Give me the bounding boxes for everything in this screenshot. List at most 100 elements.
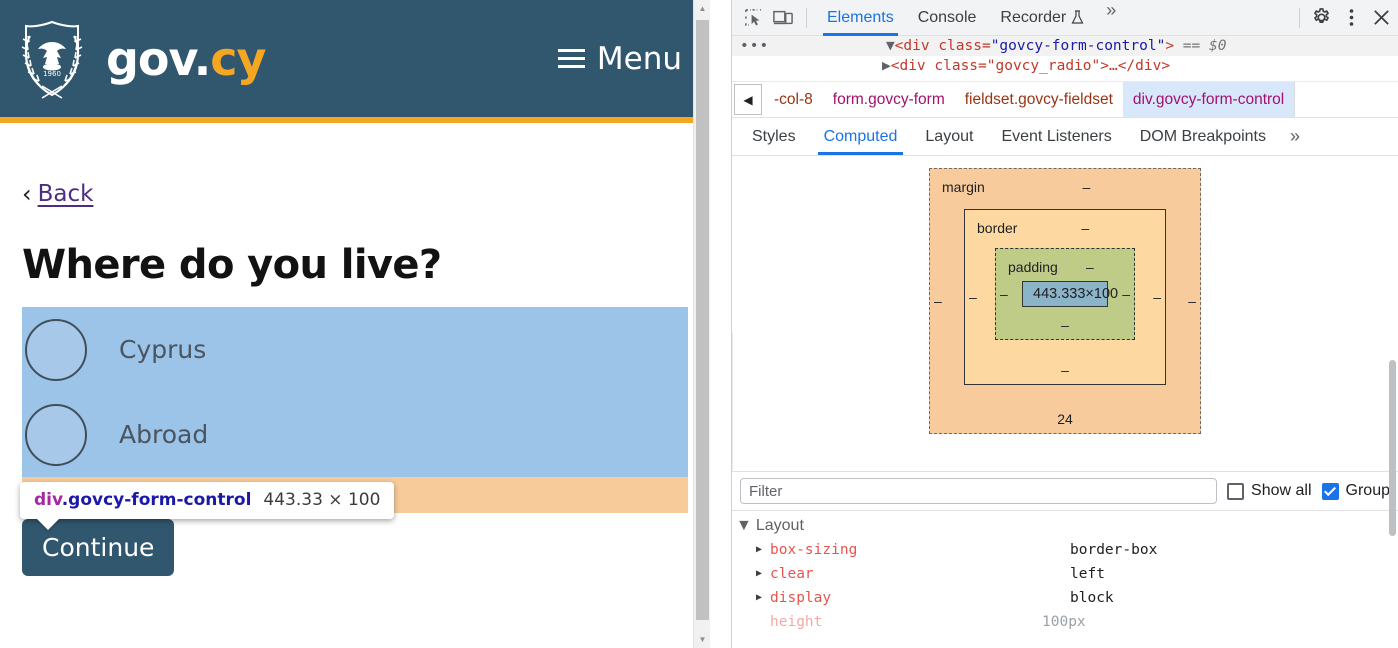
dom-class-value: "govcy-form-control" (990, 38, 1166, 54)
radio-option-abroad[interactable]: Abroad (22, 392, 688, 477)
cyprus-coat-of-arms-icon: 1960 (21, 20, 83, 99)
dom-child-text: <div class="govcy_radio">…</div> (890, 58, 1171, 74)
menu-label: Menu (596, 40, 682, 77)
show-all-label: Show all (1251, 482, 1312, 499)
breadcrumb-item-fieldset[interactable]: fieldset.govcy-fieldset (955, 82, 1123, 117)
property-value[interactable]: left (1070, 565, 1105, 583)
property-value[interactable]: 100px (1042, 613, 1086, 631)
chevron-left-icon: ‹ (22, 180, 32, 208)
radio-circle-icon[interactable] (25, 403, 87, 466)
breadcrumb-item-form[interactable]: form.govcy-form (823, 82, 955, 117)
tab-console[interactable]: Console (906, 0, 989, 36)
tab-computed[interactable]: Computed (810, 118, 912, 155)
kebab-menu-icon[interactable] (1336, 4, 1366, 32)
box-model-margin-right[interactable]: – (1188, 293, 1196, 309)
box-model-border-label: border (977, 220, 1018, 236)
dom-tag-open: <div class= (894, 38, 991, 54)
wordmark-dot: . (193, 31, 212, 86)
box-model-margin-top[interactable]: – (985, 179, 1188, 195)
box-model-border-bottom[interactable]: – (977, 358, 1153, 378)
box-model-border-left[interactable]: – (969, 289, 977, 305)
computed-property-row[interactable]: ▶ display block (732, 586, 1398, 610)
group-checkbox[interactable]: Group (1321, 482, 1390, 500)
box-model-padding-right[interactable]: – (1122, 286, 1130, 302)
sidebar-tabs-overflow-icon[interactable]: » (1280, 118, 1310, 155)
tab-event-listeners[interactable]: Event Listeners (987, 118, 1125, 155)
box-model-diagram: margin – – – border – – – padding – – – … (732, 156, 1398, 536)
back-navigation[interactable]: ‹ Back (22, 181, 688, 207)
box-model-margin-bottom[interactable]: 24 (942, 407, 1188, 427)
page-scrollbar[interactable]: ▲ ▼ (693, 0, 710, 648)
breadcrumb-scroll-left-icon[interactable]: ◀ (734, 84, 762, 115)
breadcrumb-item-form-control[interactable]: div.govcy-form-control (1122, 82, 1295, 117)
dom-ellipsis[interactable]: ••• (732, 38, 769, 54)
menu-button[interactable]: Menu (557, 40, 682, 77)
dom-selected-marker: == $0 (1182, 38, 1227, 54)
dom-tag-close: > (1165, 38, 1175, 54)
tab-dom-breakpoints[interactable]: DOM Breakpoints (1126, 118, 1280, 155)
group-label: Group (1345, 482, 1390, 499)
inspect-element-icon[interactable] (738, 4, 768, 32)
dom-expand-triangle-icon[interactable]: ▶ (882, 58, 891, 74)
tab-layout[interactable]: Layout (911, 118, 987, 155)
computed-filter-bar: Show all Group (732, 471, 1398, 511)
close-icon[interactable] (1366, 4, 1396, 32)
dom-node-selected[interactable]: ••• ▼<div class="govcy-form-control"> ==… (732, 36, 1398, 56)
back-link[interactable]: Back (38, 181, 94, 207)
site-wordmark: gov.cy (106, 36, 267, 82)
site-logo[interactable]: 1960 gov.cy (16, 16, 267, 102)
box-model-padding-bottom[interactable]: – (1008, 313, 1122, 333)
computed-group-layout[interactable]: ▼ Layout (732, 515, 1398, 538)
device-toolbar-icon[interactable] (768, 4, 798, 32)
box-model-padding[interactable]: padding – – – 443.333×100 – (995, 248, 1135, 340)
page-viewport: 1960 gov.cy Menu ‹ Back Where do you liv… (0, 0, 710, 648)
filter-input[interactable] (740, 478, 1218, 504)
box-model-content-size[interactable]: 443.333×100 (1022, 281, 1118, 307)
tooltip-selector: div.govcy-form-control (34, 490, 251, 510)
tab-recorder[interactable]: Recorder (988, 0, 1096, 36)
page-content: ‹ Back Where do you live? Cyprus Abroad (0, 181, 710, 576)
radio-option-cyprus[interactable]: Cyprus (22, 307, 688, 392)
panel-divider (732, 332, 733, 471)
group-collapse-triangle-icon[interactable]: ▼ (736, 517, 752, 535)
toolbar-divider (1299, 7, 1300, 28)
expand-triangle-icon[interactable]: ▶ (756, 565, 770, 583)
computed-property-row[interactable]: ▶ clear left (732, 562, 1398, 586)
breadcrumb-item-col8[interactable]: -col-8 (764, 82, 823, 117)
tabs-overflow-icon[interactable]: » (1096, 0, 1126, 36)
checkbox-icon[interactable] (1227, 482, 1245, 500)
wordmark-gov: gov (106, 31, 195, 86)
radio-circle-icon[interactable] (25, 318, 87, 381)
box-model-padding-left[interactable]: – (1000, 286, 1008, 302)
scrollbar-thumb[interactable] (696, 20, 709, 620)
box-model-padding-top[interactable]: – (1058, 259, 1122, 275)
breadcrumb: ◀ -col-8 form.govcy-form fieldset.govcy-… (732, 82, 1398, 118)
group-name: Layout (755, 517, 804, 534)
box-model-border[interactable]: border – – – padding – – – 443.333×100 – (964, 209, 1166, 385)
property-name: box-sizing (770, 542, 858, 558)
property-value[interactable]: block (1070, 589, 1114, 607)
tooltip-dimensions: 443.33 × 100 (263, 490, 381, 510)
expand-triangle-icon[interactable]: ▶ (756, 541, 770, 559)
radio-label: Cyprus (119, 335, 207, 364)
scroll-up-arrow-icon[interactable]: ▲ (694, 0, 710, 17)
show-all-checkbox[interactable]: Show all (1227, 482, 1312, 500)
expand-triangle-icon[interactable]: ▶ (756, 589, 770, 607)
gear-icon[interactable] (1306, 4, 1336, 32)
checkbox-checked-icon[interactable] (1321, 482, 1339, 500)
property-name: display (770, 590, 832, 606)
tab-elements[interactable]: Elements (815, 0, 906, 36)
computed-property-row[interactable]: ▶ box-sizing border-box (732, 538, 1398, 562)
dom-expand-triangle-icon[interactable]: ▼ (886, 38, 895, 54)
scrollbar-thumb[interactable] (1389, 360, 1396, 536)
svg-text:1960: 1960 (43, 70, 61, 78)
scroll-down-arrow-icon[interactable]: ▼ (694, 631, 710, 648)
property-value[interactable]: border-box (1070, 541, 1157, 559)
box-model-border-right[interactable]: – (1153, 289, 1161, 305)
box-model-margin-left[interactable]: – (934, 293, 942, 309)
box-model-border-top[interactable]: – (1017, 220, 1153, 236)
box-model-margin[interactable]: margin – – – border – – – padding – – – … (929, 168, 1201, 434)
tab-styles[interactable]: Styles (738, 118, 810, 155)
dom-node-child[interactable]: ▶<div class="govcy_radio">…</div> (732, 56, 1398, 76)
computed-property-row[interactable]: height 100px (732, 610, 1398, 631)
